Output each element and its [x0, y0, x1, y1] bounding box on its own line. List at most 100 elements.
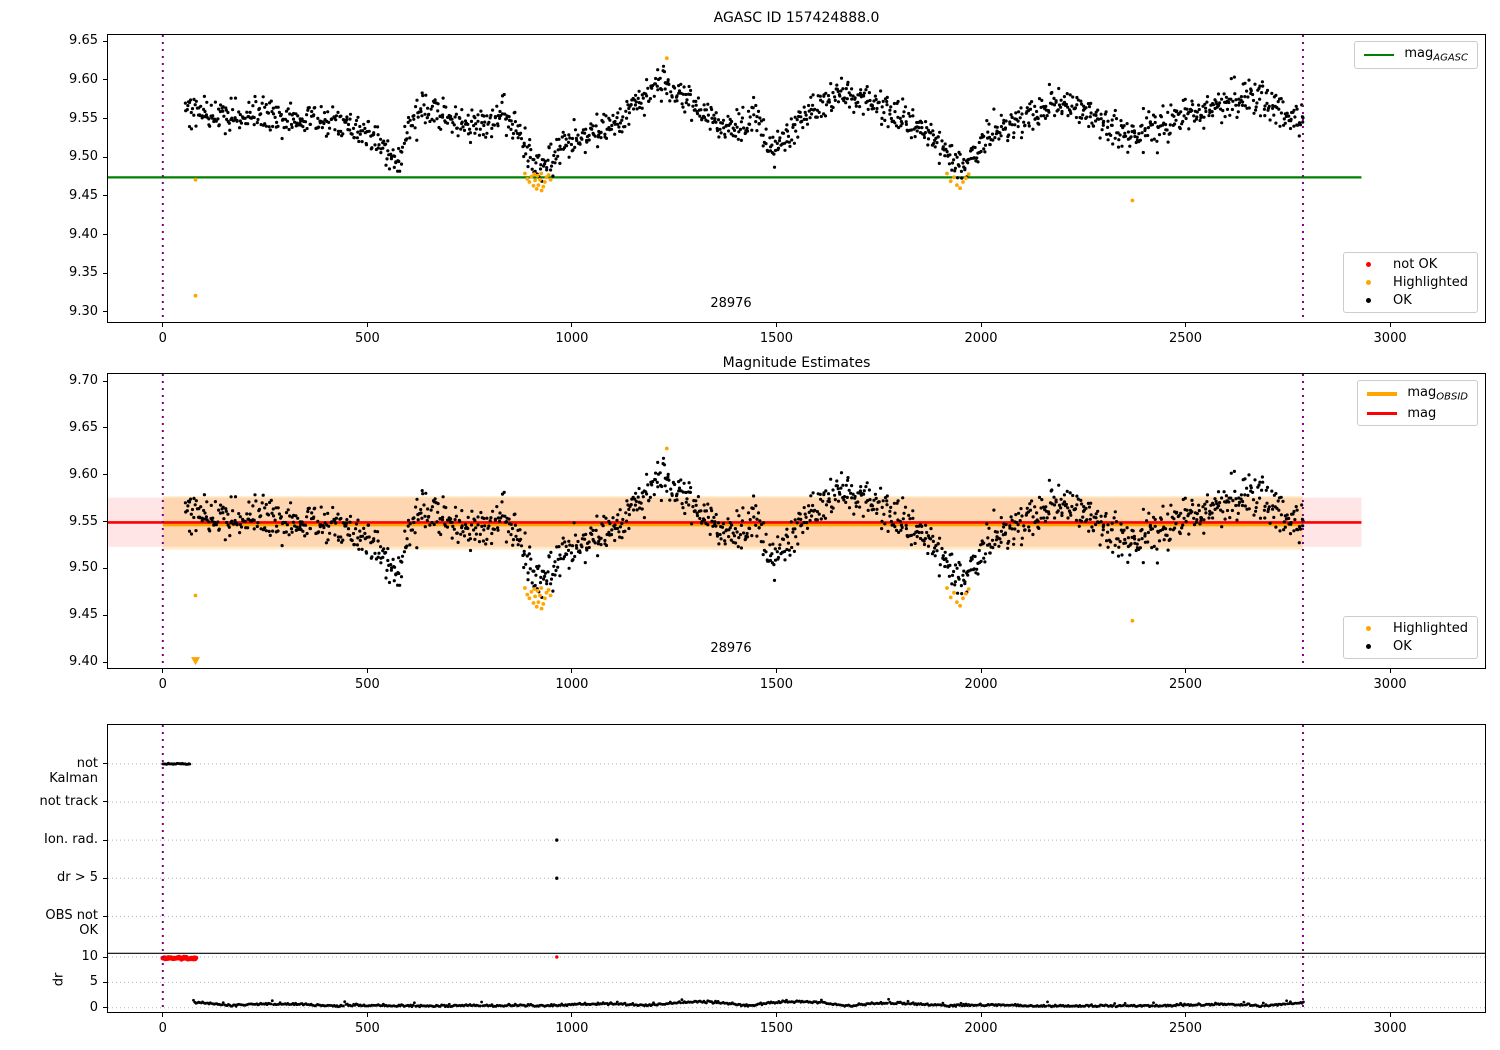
plot2-title: Magnitude Estimates	[722, 355, 871, 371]
y-tickmark	[103, 311, 107, 313]
clip-marker-triangle	[191, 657, 201, 666]
category-label: OBS not OK	[45, 908, 98, 939]
x-tick-label: 2500	[1168, 1021, 1203, 1036]
legend-dot-sample	[1353, 262, 1383, 267]
x-tickmark	[162, 323, 164, 327]
x-tick-label: 1000	[555, 331, 589, 346]
category-label: Ion. rad.	[44, 832, 98, 848]
y-tickmark	[103, 567, 107, 569]
plot2-axes: magOBSID mag Highlighted OK	[107, 373, 1486, 669]
y-tick-label: 9.60	[69, 466, 98, 482]
x-tick-label: 2500	[1168, 331, 1203, 346]
plot1-title: AGASC ID 157424888.0	[713, 10, 880, 26]
legend-item: not OK	[1353, 257, 1468, 272]
plot3-canvas	[108, 725, 1485, 1012]
category-tickmark	[103, 763, 107, 765]
legend-line-sample	[1367, 411, 1398, 415]
plot1-marker-legend: not OK Highlighted OK	[1343, 252, 1478, 313]
legend-label: OK	[1393, 293, 1412, 308]
legend-label: Highlighted	[1393, 275, 1468, 290]
category-label: not track	[39, 793, 98, 809]
legend-item: magAGASC	[1364, 46, 1468, 64]
x-tickmark	[775, 1013, 777, 1017]
y-tick-label: 9.35	[69, 265, 98, 281]
category-tickmark	[103, 801, 107, 803]
dr-points-layer	[192, 997, 1305, 1009]
plot2-canvas	[108, 374, 1362, 668]
x-tickmark	[1389, 1013, 1391, 1017]
legend-item: OK	[1353, 293, 1468, 308]
legend-item: OK	[1353, 639, 1468, 654]
x-tickmark	[571, 669, 573, 673]
legend-line-sample	[1364, 53, 1395, 57]
y-tick-label: 9.40	[69, 654, 98, 669]
legend-item: Highlighted	[1353, 621, 1468, 636]
x-tickmark	[1185, 669, 1187, 673]
legend-item: mag	[1367, 406, 1468, 421]
dr-tick-label: 5	[89, 974, 98, 990]
y-tickmark	[103, 195, 107, 197]
legend-dot-sample	[1353, 644, 1383, 649]
legend-dot-sample	[1353, 626, 1383, 631]
category-label: dr > 5	[56, 870, 98, 886]
legend-dot-sample	[1353, 280, 1383, 285]
x-tickmark	[366, 1013, 368, 1017]
y-tickmark	[103, 156, 107, 158]
x-tickmark	[162, 669, 164, 673]
y-tickmark	[103, 474, 107, 476]
x-tick-label: 0	[158, 331, 167, 346]
x-tickmark	[571, 1013, 573, 1017]
y-tickmark	[103, 40, 107, 42]
x-tick-label: 3000	[1373, 677, 1407, 692]
y-tickmark	[103, 272, 107, 274]
dr-tickmark	[103, 981, 107, 983]
x-tickmark	[1185, 1013, 1187, 1017]
x-tickmark	[366, 323, 368, 327]
plot1-line-legend: magAGASC	[1354, 41, 1478, 69]
y-tickmark	[103, 234, 107, 236]
y-tick-label: 9.70	[69, 373, 98, 389]
dr-clip-run	[160, 954, 199, 962]
x-tick-label: 2000	[964, 1021, 998, 1036]
category-label: not Kalman	[49, 755, 98, 786]
not-kalman-run	[161, 761, 192, 766]
y-tick-label: 9.45	[69, 187, 98, 203]
x-tickmark	[366, 669, 368, 673]
y-tickmark	[103, 427, 107, 429]
y-tick-label: 9.65	[69, 33, 98, 49]
flag-point	[555, 838, 559, 842]
legend-label: mag	[1407, 405, 1437, 421]
y-tickmark	[103, 661, 107, 663]
x-tick-label: 500	[354, 1021, 380, 1036]
x-tick-label: 2500	[1168, 677, 1203, 692]
legend-item: Highlighted	[1353, 275, 1468, 290]
figure-canvas: AGASC ID 157424888.0 Magnitude Estimates…	[0, 0, 1500, 1050]
y-tickmark	[103, 380, 107, 382]
legend-label: magAGASC	[1404, 46, 1468, 64]
y-tickmark	[103, 614, 107, 616]
x-tickmark	[980, 323, 982, 327]
y-tickmark	[103, 118, 107, 120]
y-tick-label: 9.55	[69, 110, 98, 126]
x-tickmark	[1389, 669, 1391, 673]
category-tickmark	[103, 915, 107, 917]
y-tick-label: 9.60	[69, 71, 98, 87]
x-tickmark	[980, 669, 982, 673]
category-tickmark	[103, 877, 107, 879]
x-tick-label: 3000	[1373, 1021, 1407, 1036]
x-tick-label: 2000	[964, 677, 998, 692]
plot1-canvas	[108, 35, 1362, 322]
x-tick-label: 1500	[759, 677, 793, 692]
y-tick-label: 9.65	[69, 419, 98, 435]
dr-tick-label: 10	[81, 949, 98, 965]
legend-item: magOBSID	[1367, 385, 1468, 403]
legend-label: Highlighted	[1393, 621, 1468, 636]
y-tick-label: 9.50	[69, 149, 98, 165]
y-tick-label: 9.30	[69, 303, 98, 319]
plot2-marker-legend: Highlighted OK	[1343, 616, 1478, 659]
y-tickmark	[103, 521, 107, 522]
dr-tickmark	[103, 956, 107, 958]
x-tickmark	[775, 323, 777, 327]
x-tick-label: 3000	[1373, 331, 1407, 346]
plot3-axes	[107, 724, 1486, 1013]
